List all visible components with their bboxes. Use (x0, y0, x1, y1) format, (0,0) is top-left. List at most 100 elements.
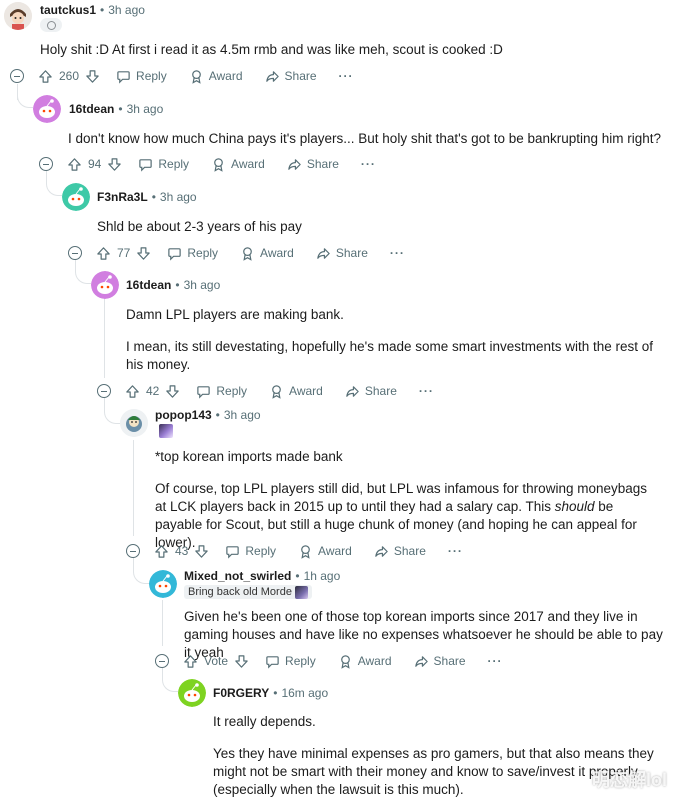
reply-button[interactable]: Reply (225, 544, 276, 559)
share-button[interactable]: Share (374, 544, 426, 559)
reply-icon (168, 247, 182, 261)
award-button[interactable]: Award (211, 157, 265, 172)
comment-actions: 43 Reply Award Share ··· (126, 541, 463, 561)
avatar[interactable] (33, 95, 61, 123)
comment-actions: Vote Reply Award Share ··· (155, 651, 503, 671)
thread-line (133, 440, 134, 536)
more-options-button[interactable]: ··· (488, 654, 503, 668)
vote-count: 42 (146, 384, 160, 398)
collapse-thread-button[interactable] (10, 69, 24, 83)
thread-elbow (75, 262, 91, 284)
timestamp[interactable]: 3h ago (127, 101, 164, 117)
award-button[interactable]: Award (338, 654, 392, 669)
share-button[interactable]: Share (316, 246, 368, 261)
comment-actions: 260 Reply Award Share ··· (10, 66, 354, 86)
upvote-icon[interactable] (125, 384, 140, 399)
more-options-button[interactable]: ··· (448, 544, 463, 558)
award-label: Award (289, 384, 323, 398)
author-name[interactable]: tautckus1 (40, 2, 96, 18)
timestamp[interactable]: 3h ago (184, 277, 221, 293)
avatar[interactable] (120, 409, 148, 437)
reply-button[interactable]: Reply (196, 384, 247, 399)
comment-paragraph: Holy shit :D At first i read it as 4.5m … (40, 42, 503, 57)
reply-label: Reply (285, 654, 316, 668)
downvote-icon[interactable] (85, 69, 100, 84)
comment-meta: F3nRa3L • 3h ago (97, 189, 197, 205)
share-button[interactable]: Share (287, 157, 339, 172)
share-button[interactable]: Share (414, 654, 466, 669)
avatar[interactable] (149, 570, 177, 598)
comment-meta: F0RGERY • 16m ago (213, 685, 328, 701)
upvote-icon[interactable] (38, 69, 53, 84)
avatar[interactable] (62, 183, 90, 211)
collapse-thread-button[interactable] (68, 246, 82, 260)
downvote-icon[interactable] (165, 384, 180, 399)
collapse-thread-button[interactable] (97, 384, 111, 398)
author-name[interactable]: 16tdean (69, 101, 114, 117)
comment-meta: 16tdean • 3h ago (126, 277, 220, 293)
comment-body: *top korean imports made bank Of course,… (155, 448, 655, 552)
vote-control: Vote (183, 654, 249, 669)
reply-button[interactable]: Reply (265, 654, 316, 669)
more-options-button[interactable]: ··· (419, 384, 434, 398)
timestamp[interactable]: 3h ago (108, 2, 145, 18)
vote-control: 94 (67, 157, 122, 172)
share-button[interactable]: Share (265, 69, 317, 84)
award-button[interactable]: Award (240, 246, 294, 261)
vote-control: 42 (125, 384, 180, 399)
collapse-thread-button[interactable] (155, 654, 169, 668)
meta-separator: • (215, 408, 220, 422)
award-button[interactable]: Award (269, 384, 323, 399)
upvote-icon[interactable] (96, 246, 111, 261)
more-options-button[interactable]: ··· (390, 246, 405, 260)
upvote-icon[interactable] (183, 654, 198, 669)
timestamp[interactable]: 16m ago (281, 685, 328, 701)
comment-paragraph: *top korean imports made bank (155, 449, 343, 464)
reply-label: Reply (158, 157, 190, 171)
reply-button[interactable]: Reply (138, 157, 189, 172)
vote-control: 77 (96, 246, 151, 261)
share-label: Share (393, 544, 426, 558)
more-options-button[interactable]: ··· (361, 157, 376, 171)
upvote-icon[interactable] (67, 157, 82, 172)
collapse-thread-button[interactable] (39, 157, 53, 171)
vote-count: 77 (117, 246, 131, 260)
avatar[interactable] (4, 2, 32, 30)
emphasized-text: should (554, 499, 595, 514)
collapse-thread-button[interactable] (126, 544, 140, 558)
reply-label: Reply (136, 69, 167, 83)
award-button[interactable]: Award (189, 69, 243, 84)
share-icon (288, 158, 301, 170)
meta-separator: • (175, 278, 180, 292)
reply-label: Reply (245, 544, 277, 558)
thread-line (104, 298, 105, 378)
reply-button[interactable]: Reply (167, 246, 218, 261)
share-icon (265, 70, 279, 82)
reply-icon (197, 385, 211, 399)
author-name[interactable]: F3nRa3L (97, 189, 148, 205)
award-label: Award (318, 544, 352, 558)
comment-paragraph: Shld be about 2-3 years of his pay (97, 219, 302, 234)
author-name[interactable]: Mixed_not_swirled (184, 568, 291, 584)
award-icon (191, 69, 201, 84)
award-label: Award (260, 246, 294, 260)
downvote-icon[interactable] (234, 654, 249, 669)
avatar[interactable] (178, 679, 206, 707)
upvote-icon[interactable] (154, 544, 169, 559)
timestamp[interactable]: 3h ago (160, 189, 197, 205)
avatar[interactable] (91, 271, 119, 299)
reply-button[interactable]: Reply (116, 69, 167, 84)
thread-elbow (104, 398, 120, 424)
author-name[interactable]: 16tdean (126, 277, 171, 293)
timestamp[interactable]: 1h ago (304, 568, 341, 584)
timestamp[interactable]: 3h ago (224, 407, 261, 423)
more-options-button[interactable]: ··· (339, 69, 354, 83)
author-name[interactable]: popop143 (155, 407, 212, 423)
downvote-icon[interactable] (107, 157, 122, 172)
meta-separator: • (151, 190, 156, 204)
downvote-icon[interactable] (136, 246, 151, 261)
downvote-icon[interactable] (194, 544, 209, 559)
author-name[interactable]: F0RGERY (213, 685, 269, 701)
award-button[interactable]: Award (298, 544, 352, 559)
share-button[interactable]: Share (345, 384, 397, 399)
